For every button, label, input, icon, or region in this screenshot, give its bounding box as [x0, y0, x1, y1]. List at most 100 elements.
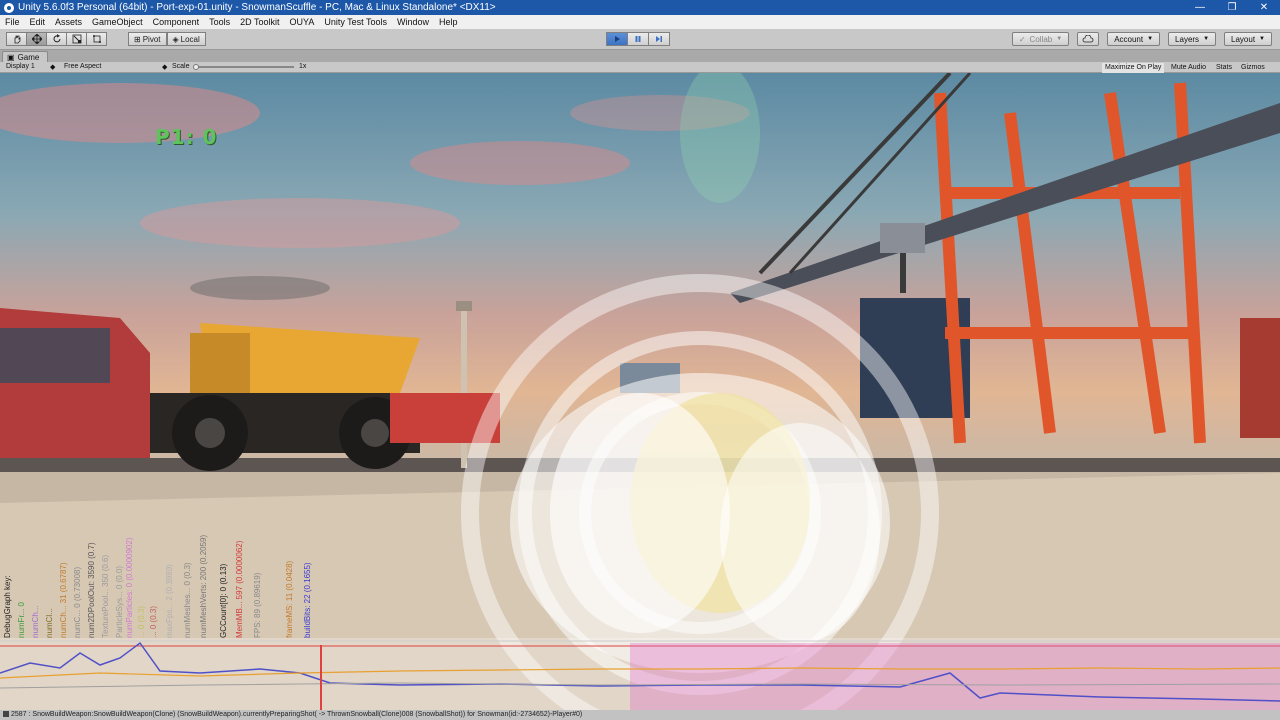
debug-label: numMeshes... 0 (0.3)	[183, 562, 192, 638]
move-icon	[31, 34, 42, 44]
pivot-label: Pivot	[142, 34, 161, 44]
local-toggle[interactable]: ◈ Local	[166, 32, 206, 46]
play-controls	[606, 32, 670, 46]
console-status-bar[interactable]: 2587 : SnowBuildWeapon:SnowBuildWeapon(C…	[0, 710, 1280, 720]
tab-row: ▣ Game	[0, 50, 1280, 63]
menu-gameobject[interactable]: GameObject	[87, 17, 148, 27]
menu-tools[interactable]: Tools	[204, 17, 235, 27]
unity-logo-icon	[4, 2, 14, 13]
menu-assets[interactable]: Assets	[50, 17, 87, 27]
gizmos-dropdown[interactable]: Gizmos	[1238, 63, 1268, 73]
account-dropdown[interactable]: Account ▼	[1107, 32, 1161, 46]
debug-label: FPS: 89 (0.89619)	[253, 572, 262, 638]
debug-label: numC... 0 (0.73008)	[73, 566, 82, 638]
scale-tool-button[interactable]	[66, 32, 87, 46]
maximize-on-play-toggle[interactable]: Maximize On Play	[1102, 63, 1165, 73]
transform-tools	[6, 32, 107, 46]
menu-ouya[interactable]: OUYA	[284, 17, 319, 27]
rotate-icon	[53, 34, 60, 43]
right-toolbar: ✓ Collab ▼ Account ▼ Layers ▼ Layout ▼	[1011, 32, 1272, 46]
cloud-button[interactable]	[1077, 32, 1100, 46]
restore-button[interactable]: ❐	[1216, 2, 1248, 13]
debug-label: GCCount[0]: 0 (0.13)	[219, 563, 228, 638]
local-icon: ◈	[172, 34, 179, 44]
pause-button[interactable]	[627, 32, 649, 46]
stats-toggle[interactable]: Stats	[1213, 63, 1235, 73]
local-label: Local	[180, 34, 200, 44]
scale-slider-thumb[interactable]	[193, 64, 199, 70]
window-title-bar[interactable]: Unity 5.6.0f3 Personal (64bit) - Port-ex…	[0, 0, 1280, 15]
scale-label: Scale	[172, 63, 190, 70]
window-title: Unity 5.6.0f3 Personal (64bit) - Port-ex…	[18, 2, 496, 13]
pivot-icon: ⊞	[134, 34, 141, 44]
debug-label: num2DPoolOut: 3590 (0.7)	[87, 542, 96, 638]
info-icon	[3, 711, 9, 718]
menu-2d-toolkit[interactable]: 2D Toolkit	[235, 17, 284, 27]
debug-label: numCl...	[45, 608, 54, 638]
menu-bar: File Edit Assets GameObject Component To…	[0, 15, 1280, 29]
pivot-controls: ⊞ Pivot ◈ Local	[128, 32, 206, 46]
rotate-tool-button[interactable]	[46, 32, 67, 46]
layout-dropdown[interactable]: Layout ▼	[1224, 32, 1272, 46]
layers-dropdown[interactable]: Layers ▼	[1168, 32, 1217, 46]
rect-tool-button[interactable]	[86, 32, 107, 46]
close-button[interactable]: ✕	[1248, 2, 1280, 13]
debug-label: numMeshVerts: 200 (0.2059)	[199, 534, 208, 638]
game-tab-icon: ▣	[7, 53, 15, 62]
game-viewport[interactable]: P1: 0 DebugGraph key: numFr... 0 numCh..…	[0, 73, 1280, 710]
debug-label: MemMB... 597 (0.0000062)	[235, 540, 244, 638]
play-button[interactable]	[606, 32, 628, 46]
scale-slider-track[interactable]	[194, 66, 294, 68]
menu-unity-test-tools[interactable]: Unity Test Tools	[319, 17, 392, 27]
scale-value: 1x	[299, 63, 307, 70]
chevron-down-icon: ▼	[1056, 36, 1063, 42]
mute-audio-toggle[interactable]: Mute Audio	[1168, 63, 1209, 73]
aspect-dropdown[interactable]: Free Aspect	[64, 63, 101, 70]
menu-edit[interactable]: Edit	[25, 17, 51, 27]
menu-help[interactable]: Help	[434, 17, 463, 27]
play-icon	[615, 36, 620, 42]
debug-label: DebugGraph key:	[3, 575, 12, 638]
chevron-down-icon: ▼	[1203, 36, 1210, 42]
debug-label: numFr... 0	[17, 601, 26, 638]
hand-icon	[14, 35, 20, 44]
rect-icon	[92, 35, 101, 43]
display-dropdown[interactable]: Display 1	[6, 63, 35, 70]
debug-label: frameMS: 11 (0.0428)	[285, 560, 294, 638]
debug-label: numCh...	[31, 605, 40, 638]
layers-label: Layers	[1175, 34, 1200, 44]
check-icon: ✓	[1018, 34, 1026, 44]
chevron-down-icon: ▼	[1259, 36, 1265, 42]
status-message: 2587 : SnowBuildWeapon:SnowBuildWeapon(C…	[11, 711, 583, 718]
game-tab-label: Game	[17, 53, 40, 62]
menu-component[interactable]: Component	[148, 17, 205, 27]
menu-file[interactable]: File	[0, 17, 25, 27]
collab-dropdown[interactable]: ✓ Collab ▼	[1011, 32, 1070, 46]
layout-label: Layout	[1231, 34, 1256, 44]
debug-label: ... 0 (0.3)	[137, 605, 146, 638]
debug-label: numParticles: 0 (0.0000902)	[125, 537, 134, 639]
debug-label: TexturePool... 350 (0.6)	[101, 554, 110, 638]
debug-label: maxFps... 2 (0.3989)	[165, 564, 174, 638]
debug-graph-key: DebugGraph key: numFr... 0 numCh... numC…	[0, 493, 330, 638]
chevron-down-icon: ◆	[50, 64, 56, 71]
debug-label: ... 0 (0.3)	[149, 605, 158, 638]
player-score: P1: 0	[155, 125, 218, 149]
collab-label: Collab	[1029, 34, 1053, 44]
main-toolbar: ⊞ Pivot ◈ Local ✓ Collab ▼ Account ▼ Lay…	[0, 29, 1280, 50]
move-tool-button[interactable]	[26, 32, 47, 46]
cloud-icon	[1082, 35, 1094, 43]
account-label: Account	[1114, 34, 1144, 44]
scale-icon	[72, 34, 81, 44]
pivot-toggle[interactable]: ⊞ Pivot	[128, 32, 167, 46]
debug-label: ParticleSys... 0 (0.0)	[115, 565, 124, 638]
debug-label: numCh... 31 (0.6787)	[59, 562, 68, 638]
chevron-down-icon: ◆	[162, 64, 168, 71]
minimize-button[interactable]: —	[1184, 2, 1216, 13]
hand-tool-button[interactable]	[6, 32, 27, 46]
step-icon	[656, 36, 662, 42]
step-button[interactable]	[648, 32, 670, 46]
menu-window[interactable]: Window	[392, 17, 434, 27]
debug-label: buildBits: 22 (0.1655)	[303, 562, 312, 638]
game-view-toolbar: Display 1 ◆ Free Aspect ◆ Scale 1x Maxim…	[0, 62, 1280, 73]
